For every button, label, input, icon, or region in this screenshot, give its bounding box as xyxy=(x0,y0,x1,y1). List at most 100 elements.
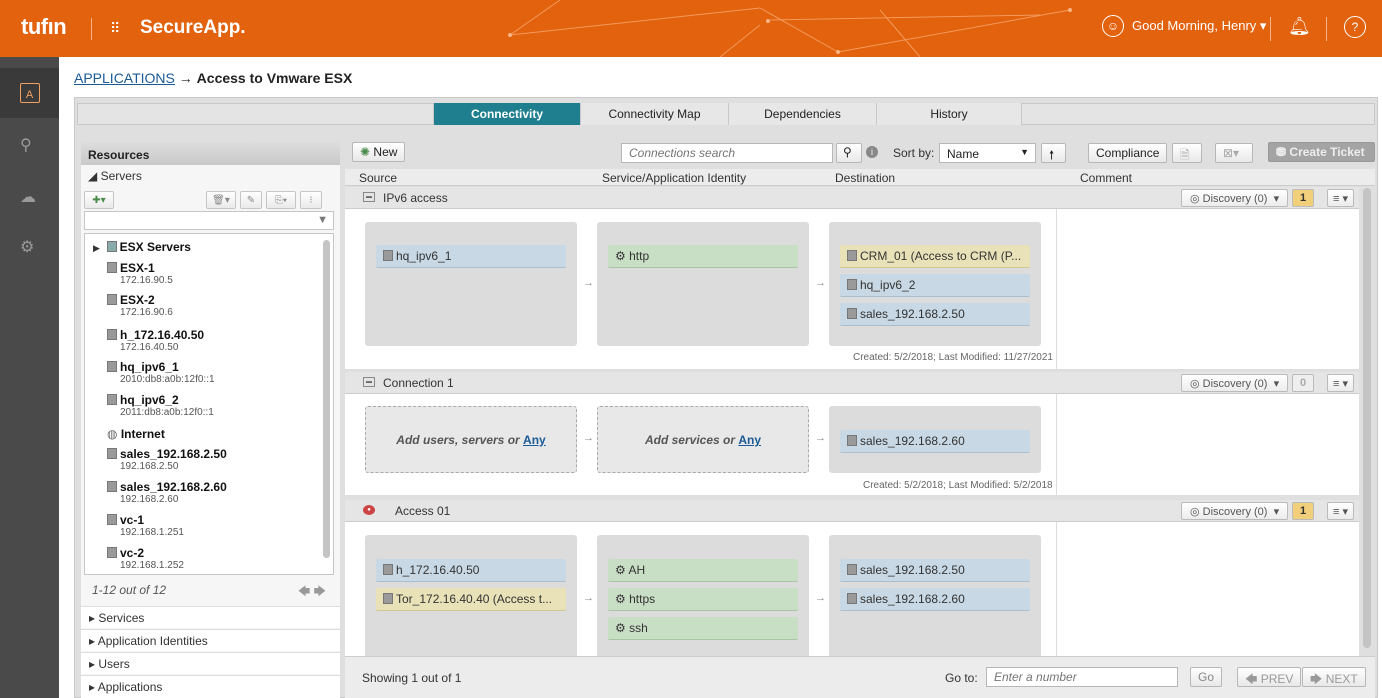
section-users[interactable]: ▸ Users xyxy=(81,652,340,674)
nav-applications[interactable]: A xyxy=(0,68,59,118)
add-source-drop-zone[interactable]: Add users, servers or Any xyxy=(365,406,577,473)
servers-section-toggle[interactable]: ◢ Servers xyxy=(81,165,340,187)
destination-chip[interactable]: sales_192.168.2.60 xyxy=(840,588,1030,611)
section-applications[interactable]: ▸ Applications xyxy=(81,675,340,698)
bell-icon[interactable]: 🔔︎ xyxy=(1288,16,1311,37)
service-chip[interactable]: ⚙︎ ssh xyxy=(608,617,798,640)
source-chip[interactable]: Tor_172.16.40.40 (Access t... xyxy=(376,588,566,611)
arrow-icon: → xyxy=(815,277,826,289)
tab-connectivity[interactable]: Connectivity xyxy=(433,103,580,125)
section-services[interactable]: ▸ Services xyxy=(81,606,340,628)
tree-item[interactable]: ◍ Internet xyxy=(107,427,165,441)
tree-item[interactable]: vc-2 192.168.1.252 xyxy=(107,546,184,571)
tufin-logo[interactable]: tufın xyxy=(21,14,67,40)
service-box: ⚙︎ AH ⚙︎ https ⚙︎ ssh xyxy=(597,535,809,656)
col-service: Service/Application Identity xyxy=(602,171,747,185)
tree-item[interactable]: hq_ipv6_1 2010:db8:a0b:12f0::1 xyxy=(107,360,215,385)
page-title: Access to Vmware ESX xyxy=(196,70,353,86)
goto-page-input[interactable] xyxy=(986,667,1178,687)
connection-name: Access 01 xyxy=(395,504,451,518)
connection-header[interactable]: ▬ Connection 1 ◎ Discovery (0) ▾ 0 ≡ ▾ xyxy=(345,372,1359,394)
tree-item[interactable]: sales_192.168.2.50 192.168.2.50 xyxy=(107,447,227,472)
source-chip[interactable]: h_172.16.40.50 xyxy=(376,559,566,582)
tab-dependencies[interactable]: Dependencies xyxy=(728,103,876,125)
ticket-icon: ⛃ xyxy=(1276,145,1287,159)
connection-header[interactable]: ▬ IPv6 access ◎ Discovery (0) ▾ 1 ≡ ▾ xyxy=(345,187,1359,209)
comment-divider xyxy=(1056,209,1057,370)
destination-box: sales_192.168.2.60 xyxy=(829,406,1041,473)
row-menu-button[interactable]: ≡ ▾ xyxy=(1327,189,1354,207)
sort-direction-button[interactable]: 🠕 xyxy=(1041,143,1066,163)
tree-view-icon[interactable]: ⁝ xyxy=(300,191,322,209)
service-chip[interactable]: ⚙︎ http xyxy=(608,245,798,268)
connection-header[interactable]: ● Access 01 ◎ Discovery (0) ▾ 1 ≡ ▾ xyxy=(345,500,1359,522)
tree-item[interactable]: h_172.16.40.50 172.16.40.50 xyxy=(107,328,204,353)
go-button[interactable]: Go xyxy=(1190,667,1223,687)
copy-dropdown[interactable]: ⎘▾ xyxy=(266,191,296,209)
tree-item[interactable]: ESX-2 172.16.90.6 xyxy=(107,293,173,318)
destination-chip[interactable]: CRM_01 (Access to CRM (P... xyxy=(840,245,1030,268)
tree-item[interactable]: hq_ipv6_2 2011:db8:a0b:12f0::1 xyxy=(107,393,214,418)
destination-chip[interactable]: sales_192.168.2.60 xyxy=(840,430,1030,453)
compliance-button[interactable]: Compliance xyxy=(1088,143,1168,163)
arrow-icon: → xyxy=(815,592,826,604)
destination-chip[interactable]: hq_ipv6_2 xyxy=(840,274,1030,297)
nav-settings-icon[interactable]: ⚙ xyxy=(20,237,34,257)
search-button[interactable]: ⚲ xyxy=(836,143,862,163)
tree-item[interactable]: ESX-1 172.16.90.5 xyxy=(107,261,173,286)
resources-title: Resources xyxy=(81,142,340,165)
connections-search-input[interactable] xyxy=(621,143,833,163)
help-icon[interactable]: ? xyxy=(1344,16,1366,38)
connections-scrollbar[interactable] xyxy=(1363,188,1371,648)
logo-divider xyxy=(91,18,92,40)
next-button[interactable]: 🡆 NEXT xyxy=(1302,667,1366,687)
tab-history[interactable]: History xyxy=(876,103,1022,125)
breadcrumb-applications-link[interactable]: APPLICATIONS xyxy=(74,70,175,86)
prev-button[interactable]: 🡄 PREV xyxy=(1237,667,1302,687)
resource-filter-input[interactable]: ▼ xyxy=(84,211,334,230)
create-ticket-button[interactable]: ⛃ Create Ticket xyxy=(1268,142,1375,162)
filter-icon[interactable]: ▼ xyxy=(317,214,328,226)
discovery-dropdown[interactable]: ◎ Discovery (0) ▾ xyxy=(1181,189,1289,207)
tab-connectivity-map[interactable]: Connectivity Map xyxy=(580,103,728,125)
tree-item[interactable]: vc-1 192.168.1.251 xyxy=(107,513,184,538)
section-application-identities[interactable]: ▸ Application Identities xyxy=(81,629,340,651)
app-grid-icon[interactable]: ⠿ xyxy=(110,20,120,37)
connection-body: h_172.16.40.50 Tor_172.16.40.40 (Access … xyxy=(345,522,1359,656)
service-chip[interactable]: ⚙︎ https xyxy=(608,588,798,611)
destination-chip[interactable]: sales_192.168.2.50 xyxy=(840,303,1030,326)
new-connection-button[interactable]: ✺ New xyxy=(352,142,406,162)
connection-body: hq_ipv6_1 → ⚙︎ http → CRM_01 (Access to … xyxy=(345,209,1359,370)
add-server-dropdown[interactable]: ✚▾ xyxy=(84,191,114,209)
server-tree: ▶ ESX Servers ESX-1 172.16.90.5 ESX-2 172.… xyxy=(84,233,334,575)
ticket-count-badge[interactable]: 1 xyxy=(1292,189,1314,207)
any-link[interactable]: Any xyxy=(523,433,546,447)
add-service-drop-zone[interactable]: Add services or Any xyxy=(597,406,809,473)
save-icon[interactable]: 🗎 xyxy=(1172,143,1202,163)
ticket-count-badge[interactable]: 1 xyxy=(1292,502,1314,520)
tree-item[interactable]: sales_192.168.2.60 192.168.2.60 xyxy=(107,480,227,505)
user-menu[interactable]: ☺ Good Morning, Henry ▾ xyxy=(1102,15,1266,37)
discovery-dropdown[interactable]: ◎ Discovery (0) ▾ xyxy=(1181,374,1289,392)
any-link[interactable]: Any xyxy=(738,433,761,447)
destination-chip[interactable]: sales_192.168.2.50 xyxy=(840,559,1030,582)
discovery-dropdown[interactable]: ◎ Discovery (0) ▾ xyxy=(1181,502,1289,520)
service-chip[interactable]: ⚙︎ AH xyxy=(608,559,798,582)
info-icon[interactable]: i xyxy=(866,146,878,158)
tree-scrollbar[interactable] xyxy=(323,240,330,558)
tree-item-esx-servers[interactable]: ▶ ESX Servers xyxy=(93,240,191,254)
row-menu-button[interactable]: ≡ ▾ xyxy=(1327,502,1354,520)
source-chip[interactable]: hq_ipv6_1 xyxy=(376,245,566,268)
edit-icon[interactable]: ✎ xyxy=(240,191,262,209)
ticket-count-badge[interactable]: 0 xyxy=(1292,374,1314,392)
service-icon: ⚙︎ xyxy=(615,621,626,635)
row-menu-button[interactable]: ≡ ▾ xyxy=(1327,374,1354,392)
nav-discovery-icon[interactable]: ⚲ xyxy=(20,135,32,155)
export-dropdown[interactable]: ⊠▾ xyxy=(1215,143,1253,163)
source-box: hq_ipv6_1 xyxy=(365,222,577,346)
sort-select[interactable]: Name ▼ xyxy=(939,143,1036,163)
pager-arrows-icon[interactable]: 🡄 🡆 xyxy=(298,582,326,603)
comment-divider xyxy=(1056,522,1057,656)
delete-dropdown[interactable]: 🗑︎▾ xyxy=(206,191,236,209)
nav-cloud-icon[interactable]: ☁ xyxy=(20,187,36,207)
